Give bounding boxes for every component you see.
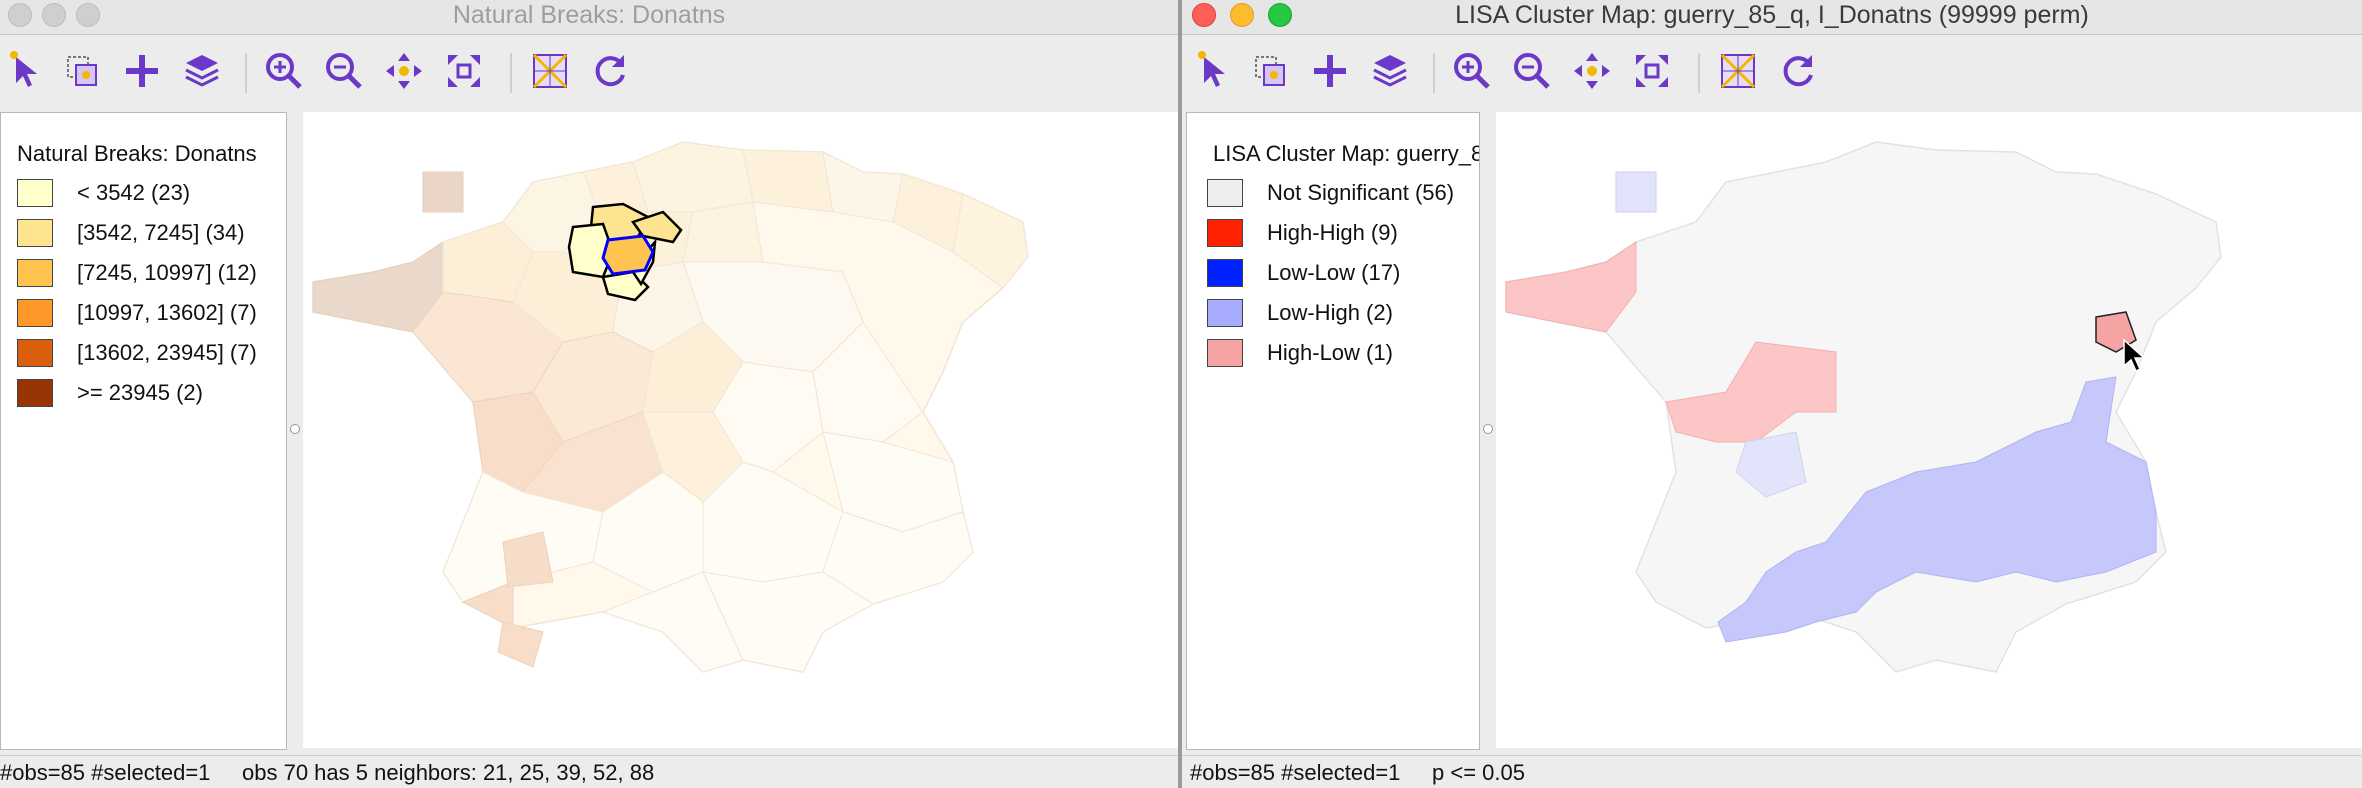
zoom-out-icon[interactable] [1510, 49, 1554, 93]
refresh-icon[interactable] [1776, 49, 1820, 93]
title-bar[interactable]: LISA Cluster Map: guerry_85_q, I_Donatns… [1182, 0, 2362, 35]
pane-splitter[interactable] [1480, 112, 1494, 748]
map-toolbar [1182, 35, 2362, 108]
lisa-cluster-window: LISA Cluster Map: guerry_85_q, I_Donatns… [1182, 0, 2362, 788]
status-info: p <= 0.05 [1432, 760, 1525, 785]
map-toolbar [0, 35, 1178, 108]
selected-region [601, 234, 655, 276]
add-layer-icon[interactable] [120, 49, 164, 93]
refresh-icon[interactable] [588, 49, 632, 93]
fit-extent-icon[interactable] [1630, 49, 1674, 93]
layers-icon[interactable] [180, 49, 224, 93]
map-canvas[interactable] [303, 112, 1178, 748]
select-region-icon[interactable] [1248, 49, 1292, 93]
title-bar[interactable]: Natural Breaks: Donatns [0, 0, 1178, 35]
window-title: Natural Breaks: Donatns [452, 1, 726, 29]
status-obs: #obs=85 #selected=1 [1190, 760, 1401, 785]
zoom-in-icon[interactable] [1450, 49, 1494, 93]
layers-icon[interactable] [1368, 49, 1412, 93]
zoom-in-icon[interactable] [262, 49, 306, 93]
status-obs: #obs=85 #selected=1 [0, 760, 211, 785]
zoom-out-icon[interactable] [322, 49, 366, 93]
map-canvas[interactable] [1496, 112, 2362, 748]
status-info: obs 70 has 5 neighbors: 21, 25, 39, 52, … [242, 760, 655, 785]
pane-splitter[interactable] [287, 112, 301, 748]
legend-title: LISA Cluster Map: guerry_85_q, I_Donatns… [1213, 141, 1479, 166]
select-pointer-icon[interactable] [1194, 49, 1238, 93]
basemap-icon[interactable] [528, 49, 572, 93]
pan-icon[interactable] [382, 49, 426, 93]
select-pointer-icon[interactable] [6, 49, 50, 93]
legend-panel: LISA Cluster Map: guerry_85_q, I_Donatns… [1186, 112, 1480, 750]
status-bar: #obs=85 #selected=1 obs 70 has 5 neighbo… [0, 755, 1178, 788]
legend-panel: Natural Breaks: Donatns < 3542 (23) [354… [0, 112, 287, 750]
window-title: LISA Cluster Map: guerry_85_q, I_Donatns… [1455, 1, 2089, 29]
basemap-icon[interactable] [1716, 49, 1760, 93]
fit-extent-icon[interactable] [442, 49, 486, 93]
legend-title: Natural Breaks: Donatns [17, 141, 257, 166]
status-bar: #obs=85 #selected=1 p <= 0.05 [1182, 755, 2362, 788]
select-region-icon[interactable] [60, 49, 104, 93]
natural-breaks-window: Natural Breaks: Donatns Natural Breaks: … [0, 0, 1178, 788]
pan-icon[interactable] [1570, 49, 1614, 93]
add-layer-icon[interactable] [1308, 49, 1352, 93]
